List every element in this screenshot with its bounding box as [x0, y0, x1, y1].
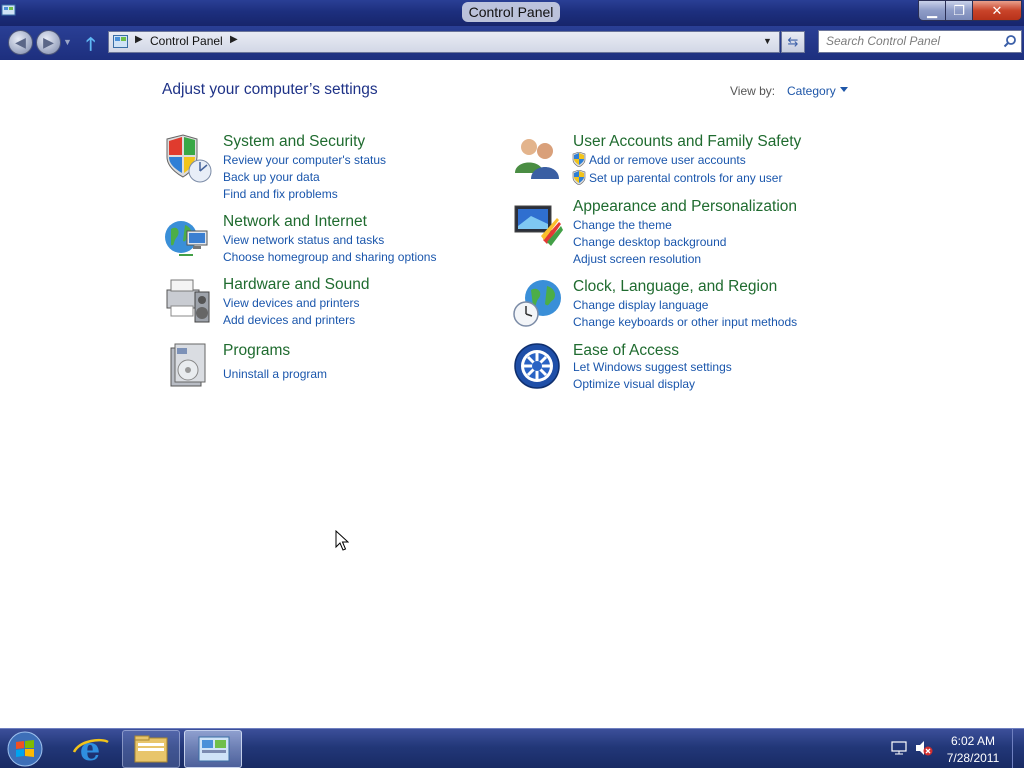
category-user-accounts: User Accounts and Family Safety Add or r…	[513, 133, 833, 189]
address-bar[interactable]: ▶ Control Panel ▶ ▼	[108, 31, 780, 53]
page-title: Adjust your computer’s settings	[162, 81, 378, 98]
category-programs: Programs Uninstall a program	[163, 342, 483, 390]
minimize-icon: ▁	[927, 2, 937, 18]
category-clock-language: Clock, Language, and Region Change displ…	[513, 278, 833, 334]
search-icon[interactable]	[1003, 34, 1017, 48]
parental-controls-link[interactable]: Set up parental controls for any user	[589, 171, 782, 185]
refresh-button[interactable]: ⇆	[781, 31, 805, 53]
clock-language-icon[interactable]	[513, 278, 563, 328]
control-panel-icon	[1, 4, 16, 16]
forward-button[interactable]: ▶	[36, 30, 61, 55]
category-title[interactable]: Clock, Language, and Region	[573, 278, 777, 296]
screen-resolution-link[interactable]: Adjust screen resolution	[573, 252, 701, 266]
add-remove-users-link[interactable]: Add or remove user accounts	[589, 153, 746, 167]
change-background-link[interactable]: Change desktop background	[573, 235, 726, 249]
window-title: Control Panel	[462, 2, 560, 22]
address-dropdown-icon[interactable]: ▼	[763, 36, 772, 46]
category-hardware-sound: Hardware and Sound View devices and prin…	[163, 276, 483, 332]
maximize-button[interactable]: ❐	[945, 0, 973, 21]
show-desktop-button[interactable]	[1012, 729, 1024, 768]
taskbar-internet-explorer[interactable]: e	[62, 730, 118, 768]
category-system-security: System and Security Review your computer…	[163, 133, 483, 205]
backup-link[interactable]: Back up your data	[223, 170, 320, 184]
taskbar-windows-explorer[interactable]	[122, 730, 180, 768]
breadcrumb-control-panel[interactable]: Control Panel	[150, 34, 223, 48]
category-title[interactable]: Programs	[223, 342, 290, 360]
appearance-icon[interactable]	[513, 198, 563, 248]
taskbar: e 6:02 AM 7/28/2011	[0, 728, 1024, 768]
close-button[interactable]: ✕	[972, 0, 1022, 21]
homegroup-link[interactable]: Choose homegroup and sharing options	[223, 250, 436, 264]
clock-date[interactable]: 7/28/2011	[942, 751, 1004, 765]
category-title[interactable]: Hardware and Sound	[223, 276, 370, 294]
clock-time[interactable]: 6:02 AM	[942, 734, 1004, 748]
mouse-cursor-icon	[335, 530, 349, 551]
uac-shield-icon	[572, 170, 586, 185]
review-status-link[interactable]: Review your computer's status	[223, 153, 386, 167]
programs-icon[interactable]	[163, 342, 213, 392]
control-panel-icon	[198, 736, 230, 762]
category-title[interactable]: Appearance and Personalization	[573, 198, 797, 216]
taskbar-control-panel[interactable]	[184, 730, 242, 768]
view-by-dropdown[interactable]: Category	[787, 84, 836, 98]
category-title[interactable]: User Accounts and Family Safety	[573, 133, 801, 151]
close-icon: ✕	[991, 2, 1003, 18]
view-by-label: View by:	[730, 84, 776, 98]
search-input[interactable]: Search Control Panel	[818, 30, 1022, 53]
volume-muted-icon[interactable]	[915, 740, 933, 756]
network-status-link[interactable]: View network status and tasks	[223, 233, 384, 247]
category-ease-of-access: Ease of Access Let Windows suggest setti…	[513, 342, 833, 398]
optimize-display-link[interactable]: Optimize visual display	[573, 377, 695, 391]
restore-icon: ❐	[953, 2, 965, 18]
uac-shield-icon	[572, 152, 586, 167]
user-accounts-icon[interactable]	[513, 133, 563, 183]
uninstall-program-link[interactable]: Uninstall a program	[223, 367, 327, 381]
breadcrumb-separator-icon[interactable]: ▶	[135, 34, 143, 45]
view-devices-link[interactable]: View devices and printers	[223, 296, 360, 310]
title-bar: Control Panel ▁ ❐ ✕	[0, 0, 1024, 26]
folder-icon	[134, 735, 168, 763]
up-arrow-icon[interactable]: 🡑	[86, 32, 95, 62]
internet-explorer-icon: e	[72, 730, 109, 768]
search-placeholder: Search Control Panel	[826, 34, 941, 48]
category-title[interactable]: System and Security	[223, 133, 365, 151]
keyboards-link[interactable]: Change keyboards or other input methods	[573, 315, 797, 329]
minimize-button[interactable]: ▁	[918, 0, 946, 21]
category-appearance: Appearance and Personalization Change th…	[513, 198, 833, 270]
category-title[interactable]: Ease of Access	[573, 342, 679, 360]
ease-of-access-icon[interactable]	[513, 342, 563, 392]
system-security-icon[interactable]	[163, 133, 213, 183]
find-fix-problems-link[interactable]: Find and fix problems	[223, 187, 338, 201]
recent-pages-dropdown-icon[interactable]: ▼	[63, 37, 72, 47]
refresh-icon: ⇆	[787, 34, 799, 49]
suggest-settings-link[interactable]: Let Windows suggest settings	[573, 360, 732, 374]
svg-text:e: e	[80, 730, 100, 766]
display-language-link[interactable]: Change display language	[573, 298, 708, 312]
change-theme-link[interactable]: Change the theme	[573, 218, 672, 232]
hardware-sound-icon[interactable]	[163, 276, 213, 326]
network-internet-icon[interactable]	[163, 213, 213, 263]
back-button[interactable]: ◀	[8, 30, 33, 55]
navigation-bar: ◀ ▶ ▼ 🡑 ▶ Control Panel ▶ ▼ ⇆ Search Con…	[0, 26, 1024, 60]
chevron-down-icon[interactable]	[840, 87, 848, 92]
add-devices-link[interactable]: Add devices and printers	[223, 313, 355, 327]
control-panel-icon	[113, 35, 128, 48]
start-button[interactable]	[4, 730, 46, 768]
category-title[interactable]: Network and Internet	[223, 213, 367, 231]
back-arrow-icon: ◀	[15, 34, 26, 50]
category-network-internet: Network and Internet View network status…	[163, 213, 483, 269]
network-tray-icon[interactable]	[891, 741, 907, 755]
breadcrumb-separator-icon[interactable]: ▶	[230, 34, 238, 45]
forward-arrow-icon: ▶	[43, 34, 54, 50]
